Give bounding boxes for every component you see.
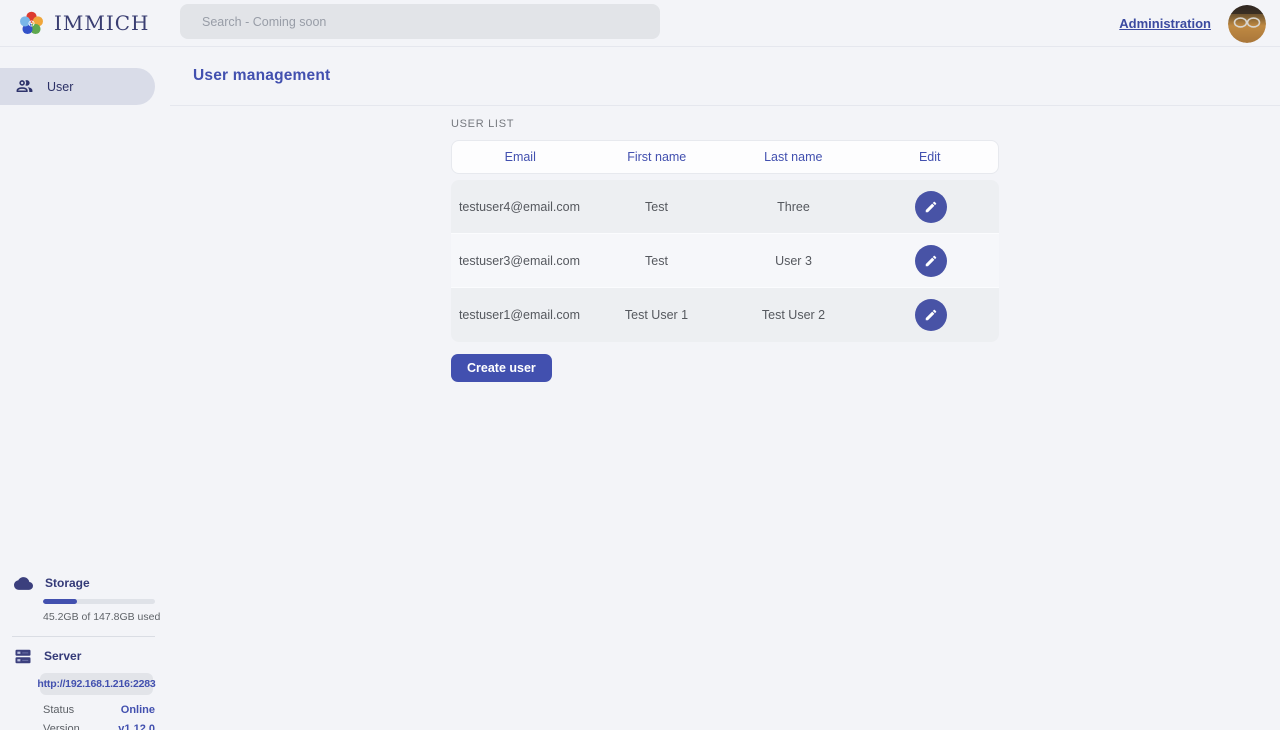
page-title: User management [193, 67, 330, 85]
user-last-name: User 3 [725, 254, 862, 268]
user-email: testuser1@email.com [451, 308, 588, 322]
server-version-row: Version v1.12.0 [43, 723, 155, 730]
version-value: v1.12.0 [118, 723, 155, 730]
server-section-header: Server [0, 646, 170, 666]
table-row: testuser3@email.com Test User 3 [451, 234, 999, 288]
edit-user-button[interactable] [915, 191, 947, 223]
user-first-name: Test User 1 [588, 308, 725, 322]
pencil-icon [924, 254, 938, 268]
user-email: testuser3@email.com [451, 254, 588, 268]
column-header-edit: Edit [862, 150, 999, 164]
user-avatar[interactable] [1228, 5, 1266, 43]
column-header-email: Email [452, 150, 589, 164]
server-title: Server [44, 649, 81, 663]
user-list-label: USER LIST [451, 118, 999, 130]
storage-progress-fill [43, 599, 77, 604]
user-table: testuser4@email.com Test Three testuser3… [451, 180, 999, 342]
server-icon [14, 648, 32, 665]
footer-divider [12, 636, 155, 637]
table-row: testuser4@email.com Test Three [451, 180, 999, 234]
storage-section-header: Storage [0, 573, 170, 593]
server-url-badge: http://192.168.1.216:2283 [40, 673, 153, 695]
pencil-icon [924, 308, 938, 322]
sidebar-item-user[interactable]: User [0, 68, 155, 105]
search-input[interactable] [180, 4, 660, 39]
status-value: Online [121, 704, 155, 716]
status-label: Status [43, 704, 74, 716]
main-content: USER LIST Email First name Last name Edi… [170, 106, 1280, 730]
column-header-last-name: Last name [725, 150, 862, 164]
sidebar-item-label: User [47, 80, 73, 94]
pencil-icon [924, 200, 938, 214]
user-last-name: Three [725, 200, 862, 214]
cloud-icon [14, 574, 33, 593]
app-header: IMMICH Administration [0, 0, 1280, 47]
column-header-first-name: First name [589, 150, 726, 164]
table-row: testuser1@email.com Test User 1 Test Use… [451, 288, 999, 342]
users-group-icon [15, 77, 34, 96]
version-label: Version [43, 723, 80, 730]
server-status-row: Status Online [43, 704, 155, 716]
storage-progress-bar [43, 599, 155, 604]
immich-flower-icon [18, 10, 45, 37]
logo-wordmark: IMMICH [54, 11, 150, 35]
create-user-button[interactable]: Create user [451, 354, 552, 382]
user-table-header: Email First name Last name Edit [451, 140, 999, 174]
user-last-name: Test User 2 [725, 308, 862, 322]
storage-usage-text: 45.2GB of 147.8GB used [43, 611, 170, 623]
header-right: Administration [1119, 0, 1266, 47]
immich-logo: IMMICH [0, 10, 162, 37]
title-bar: User management [170, 47, 1280, 106]
edit-user-button[interactable] [915, 245, 947, 277]
user-first-name: Test [588, 254, 725, 268]
administration-link[interactable]: Administration [1119, 16, 1211, 31]
edit-user-button[interactable] [915, 299, 947, 331]
user-email: testuser4@email.com [451, 200, 588, 214]
search-bar[interactable] [180, 4, 660, 39]
storage-title: Storage [45, 576, 90, 590]
sidebar-footer: Storage 45.2GB of 147.8GB used Server ht… [0, 567, 170, 730]
user-first-name: Test [588, 200, 725, 214]
